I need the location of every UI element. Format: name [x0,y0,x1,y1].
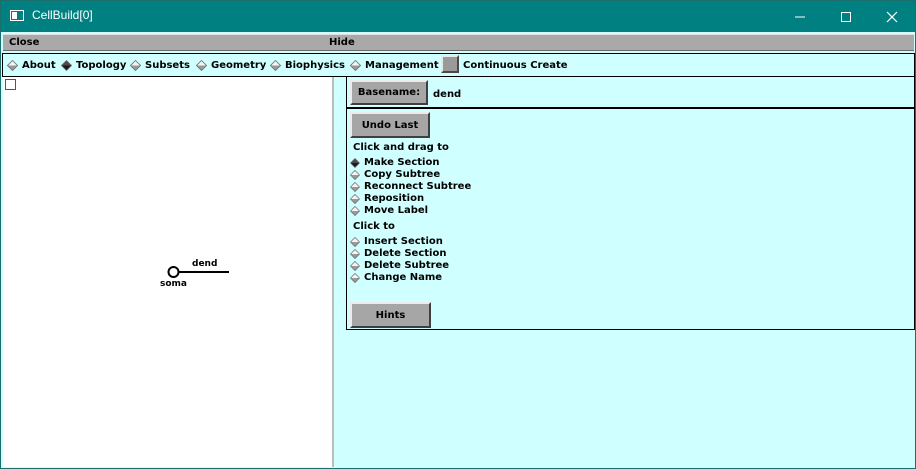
radio-label: Make Section [364,157,440,168]
tab-about[interactable]: About [7,58,56,72]
continuous-create-toggle[interactable] [441,55,459,73]
radio-label: Reconnect Subtree [364,181,472,192]
radio-make-section[interactable]: Make Section [350,157,439,168]
radio-diamond-icon [350,181,360,192]
radio-label: Delete Section [364,248,447,259]
dend-label: dend [192,259,218,269]
radio-insert-section[interactable]: Insert Section [350,236,443,247]
tab-label: Topology [76,59,127,71]
radio-label: Copy Subtree [364,169,441,180]
tab-label: Geometry [211,59,267,71]
tab-management[interactable]: Management [350,58,439,72]
radio-change-name[interactable]: Change Name [350,272,442,283]
radio-diamond-icon [61,59,72,71]
tab-topology[interactable]: Topology [61,58,126,72]
radio-diamond-icon [350,193,360,204]
radio-diamond-icon [350,272,360,283]
tab-label: Management [365,59,439,71]
app-icon [10,10,24,21]
radio-reconnect-subtree[interactable]: Reconnect Subtree [350,181,471,192]
tab-label: About [22,59,56,71]
radio-reposition[interactable]: Reposition [350,193,424,204]
tab-biophysics[interactable]: Biophysics [270,58,345,72]
basename-panel: Basename: dend [346,77,915,108]
undo-last-button[interactable]: Undo Last [350,112,430,138]
close-icon [886,11,898,23]
radio-label: Delete Subtree [364,260,450,271]
radio-diamond-icon [270,59,281,71]
radio-diamond-icon [350,169,360,180]
radio-diamond-icon [130,59,141,71]
continuous-create-label: Continuous Create [463,60,568,71]
radio-diamond-icon [350,59,361,71]
radio-move-label[interactable]: Move Label [350,205,428,216]
radio-label: Reposition [364,193,425,204]
radio-diamond-icon [350,157,360,168]
control-area: Basename: dend Undo Last Click and drag … [337,77,915,468]
window-title: CellBuild[0] [32,8,93,22]
soma-section [167,266,180,278]
menu-hide[interactable]: Hide [329,37,355,48]
cell-topology-drawing [167,266,229,278]
tab-geometry[interactable]: Geometry [196,58,266,72]
radio-delete-subtree[interactable]: Delete Subtree [350,260,449,271]
radio-label: Change Name [364,272,443,283]
hints-button[interactable]: Hints [350,302,431,328]
click-drag-heading: Click and drag to [353,142,449,153]
radio-copy-subtree[interactable]: Copy Subtree [350,169,440,180]
tab-label: Subsets [145,59,190,71]
radio-diamond-icon [196,59,207,71]
minimize-icon [795,16,805,18]
radio-diamond-icon [350,260,360,271]
tab-row: About Topology Subsets Geometry Biophysi… [2,53,915,77]
tab-label: Biophysics [285,59,345,71]
close-window-button[interactable] [869,1,915,32]
radio-diamond-icon [7,59,18,71]
menu-bar: Close Hide [3,34,914,51]
title-bar[interactable]: CellBuild[0] [1,1,915,32]
soma-label: soma [160,279,187,289]
basename-value: dend [433,89,462,100]
topology-canvas[interactable]: dend soma [3,77,334,467]
radio-diamond-icon [350,236,360,247]
topology-controls-panel: Undo Last Click and drag to Make Section… [346,108,915,330]
tab-subsets[interactable]: Subsets [130,58,190,72]
radio-diamond-icon [350,205,360,216]
radio-delete-section[interactable]: Delete Section [350,248,446,259]
cellbuild-window: CellBuild[0] Close Hide About Topology S… [0,0,916,469]
radio-label: Insert Section [364,236,443,247]
click-to-heading: Click to [353,221,395,232]
maximize-button[interactable] [823,1,869,32]
basename-button[interactable]: Basename: [350,80,428,105]
maximize-icon [841,12,851,22]
menu-close[interactable]: Close [9,37,39,48]
radio-diamond-icon [350,248,360,259]
minimize-button[interactable] [777,1,823,32]
radio-label: Move Label [364,205,429,216]
